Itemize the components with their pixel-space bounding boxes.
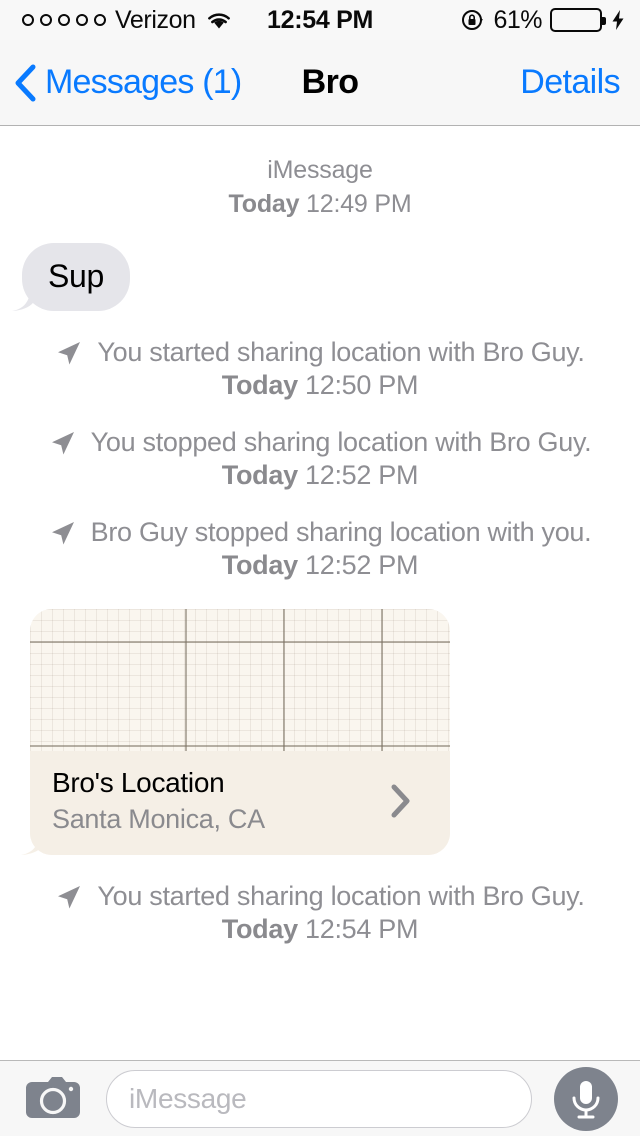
service-label: iMessage	[267, 156, 373, 184]
status-bar: Verizon 12:54 PM 61%	[0, 0, 640, 40]
map-gridline	[30, 745, 450, 748]
location-event: Bro Guy stopped sharing location with yo…	[0, 517, 640, 581]
rotation-lock-icon	[461, 8, 485, 32]
thread-timestamp-header: iMessage Today 12:49 PM	[0, 153, 640, 221]
battery-percent-label: 61%	[493, 5, 542, 34]
message-row-incoming: Sup	[0, 243, 640, 312]
location-event-date: Today	[221, 914, 298, 945]
battery-icon	[550, 8, 606, 32]
imessage-conversation-screen: Verizon 12:54 PM 61% Messages (1) Bro De…	[0, 0, 640, 1136]
location-event-date: Today	[221, 550, 298, 581]
map-gridline	[381, 609, 383, 752]
location-event-time: 12:52 PM	[305, 550, 419, 581]
location-event-timestamp: Today 12:54 PM	[0, 914, 640, 945]
thread-date: Today	[228, 190, 300, 218]
location-event-time: 12:54 PM	[305, 914, 419, 945]
thread-time: 12:49 PM	[306, 190, 412, 218]
location-event-text: You started sharing location with Bro Gu…	[97, 881, 585, 912]
map-gridline	[185, 609, 187, 752]
location-event-line: Bro Guy stopped sharing location with yo…	[0, 517, 640, 548]
map-gridline	[283, 609, 285, 752]
location-message-bubble[interactable]: Bro's Location Santa Monica, CA	[21, 609, 450, 856]
location-event-time: 12:52 PM	[305, 460, 419, 491]
location-arrow-icon	[49, 429, 77, 457]
location-event-date: Today	[221, 460, 298, 491]
details-button[interactable]: Details	[520, 40, 620, 125]
location-event-text: You stopped sharing location with Bro Gu…	[90, 427, 592, 458]
location-arrow-icon	[55, 883, 83, 911]
chevron-right-icon[interactable]	[390, 783, 412, 819]
location-event: You stopped sharing location with Bro Gu…	[0, 427, 640, 491]
location-event-time: 12:50 PM	[305, 370, 419, 401]
location-event: You started sharing location with Bro Gu…	[0, 337, 640, 401]
message-thread[interactable]: iMessage Today 12:49 PM Sup You started …	[0, 126, 640, 1060]
status-bar-right: 61%	[461, 6, 626, 35]
lightning-bolt-icon	[610, 8, 626, 32]
map-bubble-clip: Bro's Location Santa Monica, CA	[30, 609, 450, 856]
location-event-timestamp: Today 12:52 PM	[0, 460, 640, 491]
map-preview-image[interactable]	[30, 609, 450, 752]
location-label-bar: Bro's Location Santa Monica, CA	[30, 751, 450, 856]
location-title: Bro's Location	[52, 767, 225, 799]
message-input-toolbar	[0, 1060, 640, 1136]
location-subtitle: Santa Monica, CA	[52, 804, 265, 835]
location-event-date: Today	[221, 370, 298, 401]
location-event-text: You started sharing location with Bro Gu…	[97, 337, 585, 368]
microphone-button[interactable]	[554, 1066, 618, 1131]
bubble-tail	[19, 823, 53, 857]
location-event: You started sharing location with Bro Gu…	[0, 881, 640, 945]
message-input[interactable]	[106, 1069, 532, 1128]
location-event-line: You started sharing location with Bro Gu…	[0, 337, 640, 368]
location-event-line: You started sharing location with Bro Gu…	[0, 881, 640, 912]
thread-datetime: Today 12:49 PM	[229, 190, 412, 218]
location-arrow-icon	[55, 339, 83, 367]
microphone-icon	[572, 1080, 600, 1118]
location-arrow-icon	[49, 519, 77, 547]
location-label-text: Bro's Location Santa Monica, CA	[52, 767, 265, 835]
navigation-bar: Messages (1) Bro Details	[0, 40, 640, 126]
message-text: Sup	[48, 258, 105, 294]
map-gridline	[30, 641, 450, 644]
location-event-timestamp: Today 12:50 PM	[0, 370, 640, 401]
location-event-line: You stopped sharing location with Bro Gu…	[0, 427, 640, 458]
message-row-map: Bro's Location Santa Monica, CA	[0, 609, 640, 856]
camera-icon[interactable]	[22, 1074, 84, 1124]
location-event-text: Bro Guy stopped sharing location with yo…	[90, 517, 592, 548]
location-event-timestamp: Today 12:52 PM	[0, 550, 640, 581]
message-bubble-incoming[interactable]: Sup	[12, 243, 131, 312]
bubble-tail	[10, 279, 44, 313]
